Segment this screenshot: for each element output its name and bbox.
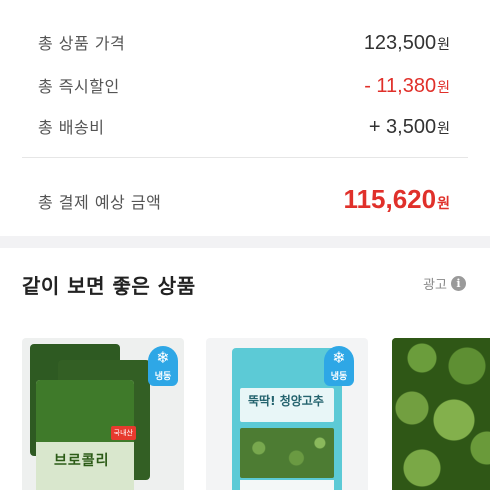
product-price-label: 총 상품 가격 [38,34,126,53]
frozen-badge: ❄ 냉동 [324,346,354,386]
product-image [392,338,490,490]
shipping-row: 총 배송비 + 3,500 원 [38,114,450,139]
instant-discount-amount: - 11,380 [364,75,437,97]
instant-discount-value: - 11,380 원 [364,75,450,98]
product-price-amount: 123,500 [363,32,437,54]
total-label: 총 결제 예상 금액 [38,193,162,212]
total-amount: 115,620 [343,184,437,214]
shipping-amount: + 3,500 [368,116,437,138]
frozen-badge: ❄ 냉동 [148,346,178,386]
product-card-broccoli[interactable]: 국내산 브로콜리 ❄ 냉동 [22,338,184,490]
shipping-value: + 3,500 원 [369,116,450,139]
frozen-badge-text: 냉동 [330,372,348,382]
product-package-name: 뚝딱! 청양고추 [248,394,324,408]
instant-discount-label: 총 즉시할인 [38,77,120,96]
currency-unit: 원 [437,121,450,137]
total-row: 총 결제 예상 금액 115,620 원 [38,184,450,215]
total-value: 115,620 원 [344,184,450,215]
frozen-badge-text: 냉동 [154,372,172,382]
currency-unit: 원 [437,80,450,96]
snowflake-icon: ❄ [156,348,170,367]
ad-label[interactable]: 광고 i [423,274,466,293]
product-package-name: 브로콜리 [54,453,110,469]
product-price-row: 총 상품 가격 123,500 원 [38,30,450,55]
shipping-label: 총 배송비 [38,118,105,137]
currency-unit: 원 [437,37,450,53]
instant-discount-row: 총 즉시할인 - 11,380 원 [38,73,450,98]
product-price-value: 123,500 원 [364,32,450,55]
ad-label-text: 광고 [423,278,447,293]
currency-unit: 원 [437,196,450,212]
section-gap [0,236,490,248]
product-tag: 국내산 [110,426,136,440]
price-summary: 총 상품 가격 123,500 원 총 즉시할인 - 11,380 원 총 배송… [0,0,490,236]
product-image: 국내산 브로콜리 [36,380,136,490]
product-card-pepper[interactable]: 뚝딱! 청양고추 ❄ 냉동 [206,338,368,490]
product-card-broccoli-photo[interactable] [392,338,490,490]
divider [22,157,468,158]
recommend-product-list: 국내산 브로콜리 ❄ 냉동 뚝딱! 청양고추 ❄ 냉동 [0,338,490,490]
info-icon[interactable]: i [451,276,466,291]
recommend-title: 같이 보면 좋은 상품 [22,274,196,298]
snowflake-icon: ❄ [332,348,346,367]
